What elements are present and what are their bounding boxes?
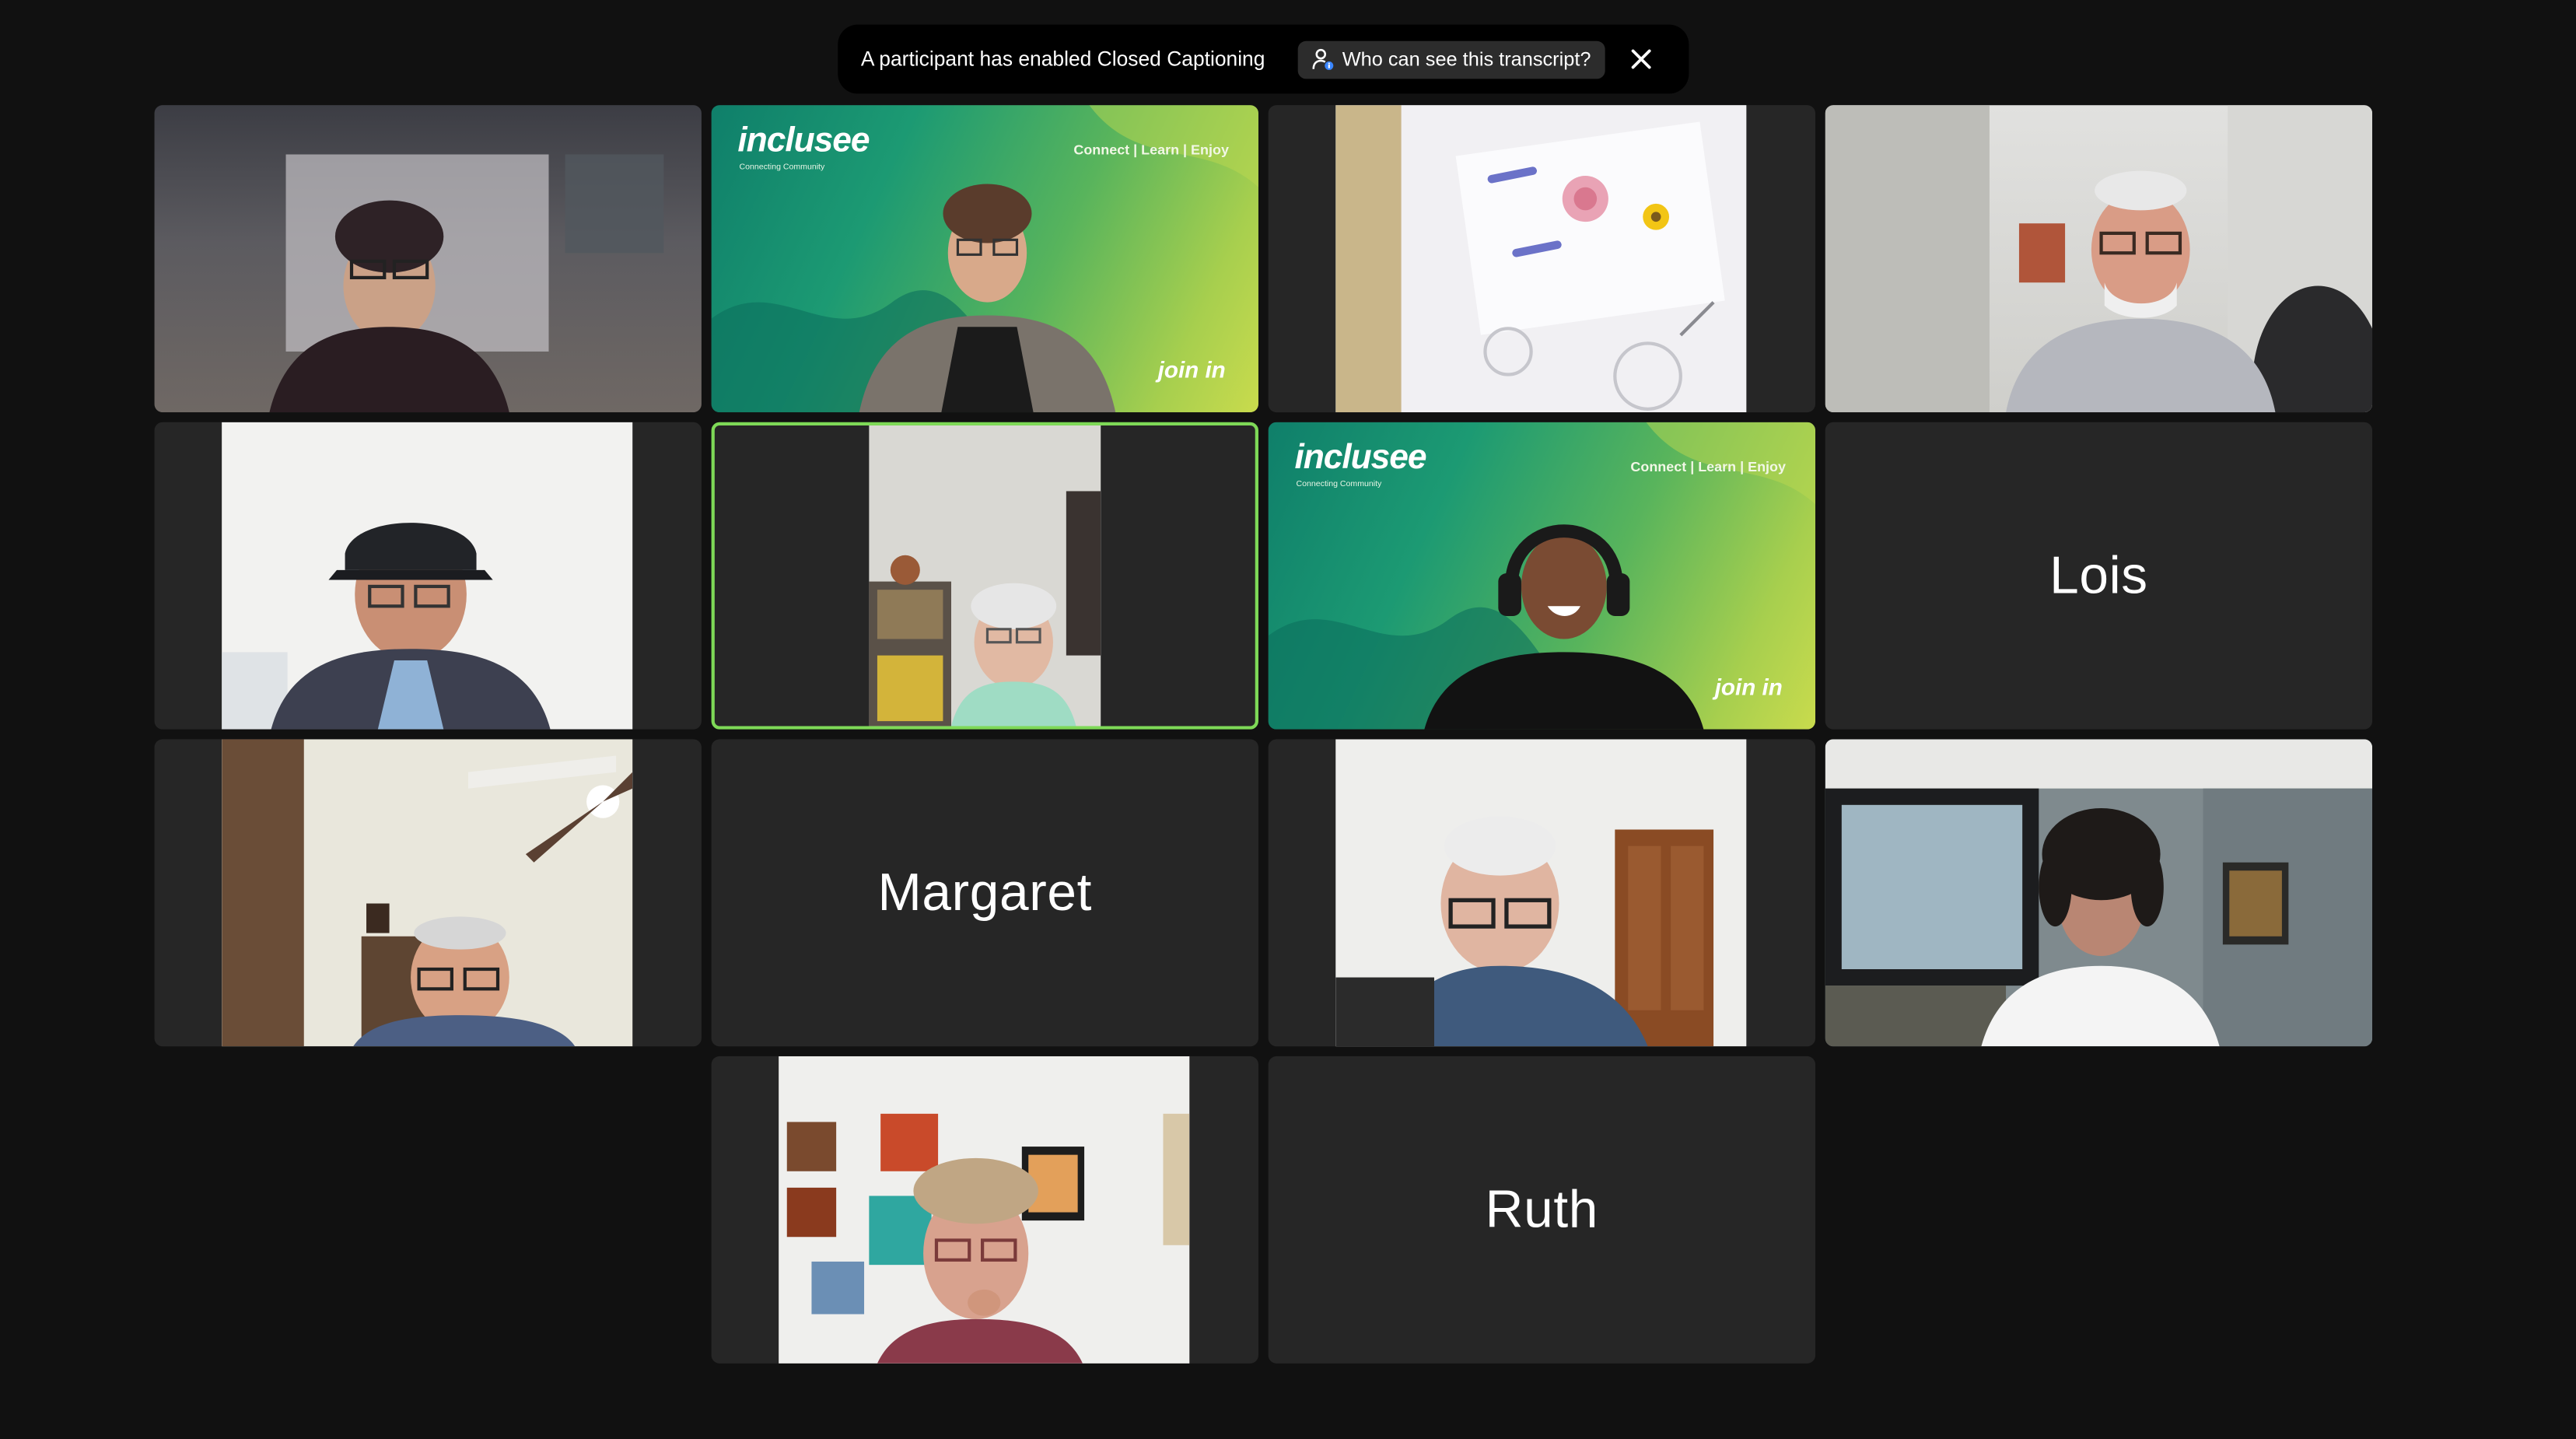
video-gallery: A participant has enabled Closed Caption…: [0, 0, 2576, 1439]
camera-feed: [1335, 816, 1714, 1047]
participant-tile[interactable]: Margaret: [711, 739, 1258, 1047]
participant-tile[interactable]: Lois: [1825, 422, 2373, 730]
participant-video: [154, 105, 702, 413]
participant-tile[interactable]: [1825, 739, 2373, 1047]
inclusee-subtitle: Connecting Community: [739, 163, 825, 173]
camera-feed: [222, 523, 551, 730]
closed-caption-message: A participant has enabled Closed Caption…: [860, 47, 1265, 71]
participant-video: [779, 1056, 1190, 1364]
inclusee-tagline: Connect | Learn | Enjoy: [1073, 141, 1229, 158]
participant-video: [1335, 739, 1747, 1047]
camera-feed: [869, 425, 1101, 727]
participant-tile-active-speaker[interactable]: [711, 422, 1258, 730]
participant-tile[interactable]: [154, 739, 702, 1047]
participant-video: [1335, 105, 1747, 413]
participant-video: inclusee Connecting Community Connect | …: [1268, 422, 1816, 730]
camera-feed: [779, 1056, 1190, 1364]
participant-video: inclusee Connecting Community Connect | …: [711, 105, 1258, 413]
inclusee-subtitle: Connecting Community: [1296, 479, 1382, 490]
participant-tile[interactable]: [1268, 739, 1816, 1047]
participant-name: Ruth: [1485, 1179, 1598, 1239]
camera-feed: [1825, 739, 2373, 1047]
participant-video: [1825, 739, 2373, 1047]
participant-video: [222, 422, 633, 730]
inclusee-tagline: Connect | Learn | Enjoy: [1630, 458, 1787, 475]
participant-video: [222, 739, 633, 1047]
who-can-see-transcript-button[interactable]: Who can see this transcript?: [1297, 40, 1606, 79]
camera-feed: [1335, 105, 1747, 413]
participant-tile[interactable]: inclusee Connecting Community Connect | …: [711, 105, 1258, 413]
camera-feed: [1825, 105, 2373, 413]
close-icon[interactable]: [1626, 44, 1656, 74]
inclusee-logo: inclusee: [737, 121, 870, 159]
participant-name: Margaret: [877, 862, 1093, 922]
who-can-see-transcript-label: Who can see this transcript?: [1342, 47, 1591, 71]
inclusee-logo: inclusee: [1294, 438, 1426, 477]
participant-video: [869, 425, 1101, 727]
join-in-logo: join in: [1714, 673, 1783, 700]
participant-tile[interactable]: [1268, 105, 1816, 413]
participant-tile[interactable]: inclusee Connecting Community Connect | …: [1268, 422, 1816, 730]
participant-tile[interactable]: Ruth: [1268, 1056, 1816, 1364]
participant-tile[interactable]: [154, 422, 702, 730]
join-in-logo: join in: [1157, 356, 1226, 383]
participant-video: [1825, 105, 2373, 413]
participant-tile[interactable]: [1825, 105, 2373, 413]
closed-caption-banner: A participant has enabled Closed Caption…: [838, 24, 1689, 94]
participant-name: Lois: [2049, 545, 2148, 605]
participant-tile[interactable]: [154, 105, 702, 413]
person-info-icon: [1312, 48, 1334, 70]
camera-feed: [269, 154, 664, 413]
participant-tile[interactable]: [711, 1056, 1258, 1364]
camera-feed: [222, 739, 633, 1047]
